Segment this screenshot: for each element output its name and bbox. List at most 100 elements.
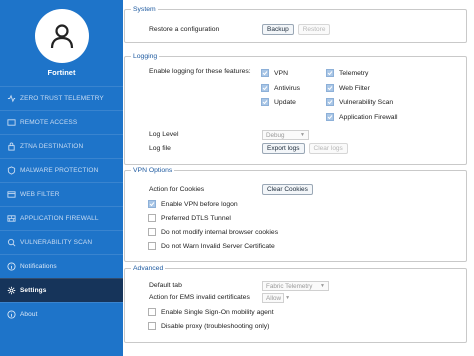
checkbox-label: Do not modify internal browser cookies [161, 228, 279, 236]
checkbox-label: Enable VPN before logon [161, 200, 238, 208]
checkbox[interactable] [261, 98, 269, 106]
ztna-icon [6, 142, 16, 152]
sidebar-item-about[interactable]: About [0, 302, 123, 326]
profile-section: Fortinet [0, 0, 123, 86]
checkbox[interactable] [148, 242, 156, 250]
sidebar-item-malware-protection[interactable]: MALWARE PROTECTION [0, 158, 123, 182]
log-level-label: Log Level [149, 131, 179, 138]
vpn-option-enable-before-logon[interactable]: Enable VPN before logon [148, 200, 238, 208]
checkbox[interactable] [148, 200, 156, 208]
sidebar-item-label: About [20, 311, 38, 318]
sidebar-item-label: WEB FILTER [20, 191, 60, 198]
sidebar-item-notifications[interactable]: Notifications [0, 254, 123, 278]
avatar [35, 9, 89, 63]
sidebar-item-web-filter[interactable]: WEB FILTER [0, 182, 123, 206]
checkbox-label: VPN [274, 69, 288, 77]
sidebar-item-remote-access[interactable]: REMOTE ACCESS [0, 110, 123, 134]
checkbox-label: Telemetry [339, 69, 369, 77]
telemetry-icon [6, 94, 16, 104]
advanced-option-sso-mobility[interactable]: Enable Single Sign-On mobility agent [148, 308, 274, 316]
clear-cookies-button[interactable]: Clear Cookies [262, 184, 313, 195]
default-tab-select[interactable]: Fabric Telemetry ▼ [262, 281, 329, 291]
cookies-action-label: Action for Cookies [149, 186, 205, 193]
section-title: VPN Options [133, 167, 173, 174]
select-value: Debug [266, 131, 285, 139]
logging-feature-application-firewall[interactable]: Application Firewall [326, 113, 398, 121]
checkbox[interactable] [148, 322, 156, 330]
system-section: System Restore a configuration Backup Re… [124, 6, 467, 43]
sidebar-item-label: ZERO TRUST TELEMETRY [20, 95, 104, 102]
logging-feature-telemetry[interactable]: Telemetry [326, 69, 368, 77]
firewall-icon [6, 214, 16, 224]
info-icon [6, 310, 16, 320]
sidebar-item-application-firewall[interactable]: APPLICATION FIREWALL [0, 206, 123, 230]
vpn-option-preferred-dtls[interactable]: Preferred DTLS Tunnel [148, 214, 231, 222]
advanced-option-disable-proxy[interactable]: Disable proxy (troubleshooting only) [148, 322, 269, 330]
logging-feature-update[interactable]: Update [261, 98, 296, 106]
advanced-section: Advanced Default tab Fabric Telemetry ▼ … [124, 265, 467, 343]
section-title: Advanced [133, 265, 164, 272]
vpn-options-section: VPN Options Action for Cookies Clear Coo… [124, 167, 467, 262]
chevron-down-icon: ▼ [300, 132, 305, 138]
clear-logs-button[interactable]: Clear logs [308, 143, 348, 154]
checkbox[interactable] [261, 84, 269, 92]
logging-feature-antivirus[interactable]: Antivirus [261, 84, 300, 92]
sidebar-item-label: Notifications [20, 263, 57, 270]
web-filter-icon [6, 190, 16, 200]
user-icon [50, 24, 74, 49]
select-value: Fabric Telemetry [266, 282, 313, 290]
select-value: Allow [266, 294, 282, 302]
sidebar: Fortinet ZERO TRUST TELEMETRY REMOTE ACC… [0, 0, 123, 356]
logging-feature-vpn[interactable]: VPN [261, 69, 288, 77]
ems-cert-action-select[interactable]: Allow ▼ [262, 293, 290, 303]
section-title: Logging [133, 53, 158, 60]
checkbox[interactable] [326, 113, 334, 121]
gear-icon [6, 286, 16, 296]
chevron-down-icon: ▼ [320, 283, 325, 289]
checkbox-label: Antivirus [274, 84, 301, 92]
profile-name: Fortinet [47, 68, 76, 77]
info-icon [6, 262, 16, 272]
logging-feature-web-filter[interactable]: Web Filter [326, 84, 370, 92]
chevron-down-icon: ▼ [285, 295, 291, 301]
checkbox[interactable] [326, 69, 334, 77]
backup-button[interactable]: Backup [262, 24, 294, 35]
checkbox[interactable] [148, 214, 156, 222]
checkbox[interactable] [148, 228, 156, 236]
checkbox-label: Enable Single Sign-On mobility agent [161, 308, 274, 316]
vpn-option-no-modify-cookies[interactable]: Do not modify internal browser cookies [148, 228, 278, 236]
checkbox-label: Preferred DTLS Tunnel [161, 214, 231, 222]
logging-feature-vulnerability-scan[interactable]: Vulnerability Scan [326, 98, 393, 106]
checkbox[interactable] [148, 308, 156, 316]
sidebar-nav: ZERO TRUST TELEMETRY REMOTE ACCESS ZTNA … [0, 86, 123, 326]
log-level-select[interactable]: Debug ▼ [262, 130, 309, 140]
sidebar-item-zero-trust-telemetry[interactable]: ZERO TRUST TELEMETRY [0, 86, 123, 110]
restore-button[interactable]: Restore [297, 24, 331, 35]
checkbox-label: Update [274, 98, 296, 106]
vpn-option-no-warn-invalid-cert[interactable]: Do not Warn Invalid Server Certificate [148, 242, 275, 250]
restore-config-label: Restore a configuration [149, 26, 220, 33]
ems-cert-action-label: Action for EMS invalid certificates [149, 294, 250, 301]
logging-section: Logging Enable logging for these feature… [124, 53, 467, 165]
sidebar-item-vulnerability-scan[interactable]: VULNERABILITY SCAN [0, 230, 123, 254]
checkbox[interactable] [326, 98, 334, 106]
checkbox-label: Web Filter [339, 84, 370, 92]
sidebar-item-ztna-destination[interactable]: ZTNA DESTINATION [0, 134, 123, 158]
sidebar-item-label: REMOTE ACCESS [20, 119, 78, 126]
sidebar-item-settings[interactable]: Settings [0, 278, 123, 302]
vulnerability-icon [6, 238, 16, 248]
checkbox[interactable] [326, 84, 334, 92]
sidebar-item-label: ZTNA DESTINATION [20, 143, 84, 150]
sidebar-item-label: MALWARE PROTECTION [20, 167, 99, 174]
checkbox[interactable] [261, 69, 269, 77]
log-file-label: Log file [149, 145, 171, 152]
malware-icon [6, 166, 16, 176]
checkbox-label: Do not Warn Invalid Server Certificate [161, 242, 275, 250]
sidebar-item-label: Settings [20, 287, 47, 294]
remote-access-icon [6, 118, 16, 128]
section-title: System [133, 6, 156, 13]
checkbox-label: Disable proxy (troubleshooting only) [161, 322, 270, 330]
export-logs-button[interactable]: Export logs [262, 143, 305, 154]
sidebar-item-label: APPLICATION FIREWALL [20, 215, 99, 222]
default-tab-label: Default tab [149, 282, 182, 289]
